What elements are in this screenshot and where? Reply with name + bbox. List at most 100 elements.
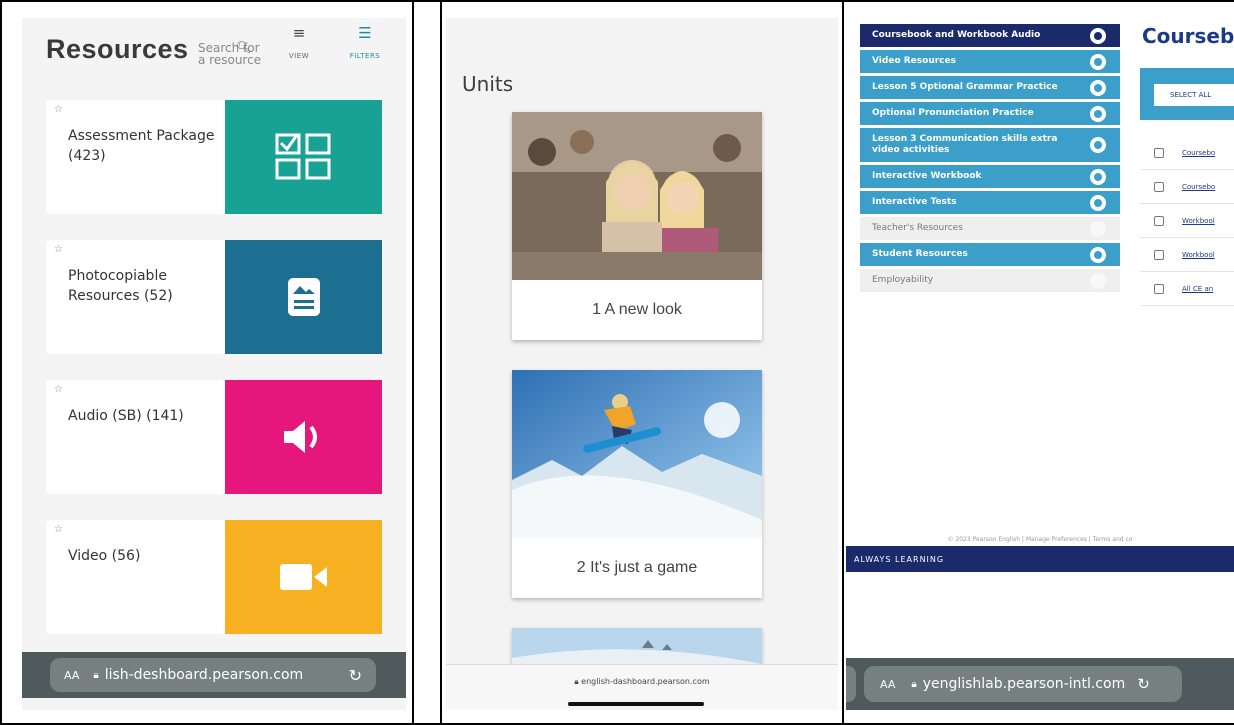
resource-list: Coursebo Coursebo Workbool Workbool All … [1140, 136, 1234, 306]
filters-icon: ☰ [358, 24, 372, 42]
item-checkbox[interactable] [1154, 249, 1164, 260]
left-border [0, 0, 2, 725]
star-icon[interactable]: ☆ [54, 244, 63, 255]
url-label: english-dashboard.pearson.com [581, 677, 710, 686]
list-view-icon: ≡ [292, 24, 306, 42]
item-checkbox[interactable] [1154, 283, 1164, 294]
reload-icon[interactable]: ↻ [1137, 675, 1150, 693]
browser-bottom-bar: 🔒︎ english-dashboard.pearson.com [446, 664, 838, 710]
tile-audio [225, 380, 382, 494]
unit-1-caption: 1 A new look [592, 301, 682, 318]
address-field[interactable]: AA 🔒︎ yenglishlab.pearson-intl.com ↻ [864, 666, 1182, 702]
tile-photocopiable [225, 240, 382, 354]
checklist-grid-icon [275, 133, 330, 180]
filters-label: FILTERS [349, 52, 381, 60]
nav-item-students[interactable]: Student Resources [860, 243, 1120, 269]
list-item: Coursebo [1140, 136, 1234, 170]
divider-2 [440, 0, 442, 725]
item-link[interactable]: Coursebo [1182, 183, 1215, 191]
item-checkbox[interactable] [1154, 215, 1164, 226]
divider-3 [842, 0, 844, 725]
card-label: Assessment Package (423) [68, 128, 215, 164]
card-label: Audio (SB) (141) [68, 408, 184, 424]
nav-item-grammar[interactable]: Lesson 5 Optional Grammar Practice [860, 76, 1120, 102]
unit-3-photo [512, 628, 762, 668]
nav-item-tests[interactable]: Interactive Tests [860, 191, 1120, 217]
nav-item-audio[interactable]: Coursebook and Workbook Audio [860, 24, 1120, 50]
nav-item-label: Student Resources [872, 249, 968, 259]
search-input[interactable]: Search for a resource [198, 42, 262, 66]
item-link[interactable]: Coursebo [1182, 149, 1215, 157]
tile-video [225, 520, 382, 634]
item-link[interactable]: All CE an [1182, 285, 1213, 293]
nav-item-label: Coursebook and Workbook Audio [872, 30, 1041, 40]
eye-icon[interactable] [1090, 105, 1106, 122]
nav-item-employability[interactable]: Employability [860, 269, 1120, 295]
text-size-button[interactable]: AA [880, 678, 895, 691]
item-checkbox[interactable] [1154, 147, 1164, 158]
eye-icon[interactable] [1090, 246, 1106, 263]
document-image-icon [287, 278, 320, 316]
view-label: VIEW [288, 52, 310, 60]
address-field[interactable]: AA 🔒︎ lish-deshboard.pearson.com ↻ [50, 658, 376, 692]
eye-icon[interactable] [1090, 53, 1106, 70]
speaker-icon [283, 421, 317, 453]
eye-icon[interactable] [1090, 137, 1106, 153]
eye-icon[interactable] [1090, 272, 1106, 289]
eye-icon[interactable] [1090, 168, 1106, 185]
resource-card-photocopiable[interactable]: ☆ Photocopiable Resources (52) [46, 240, 382, 354]
select-all-button[interactable]: SELECT ALL [1154, 84, 1234, 106]
units-heading: Units [462, 72, 514, 96]
nav-item-teachers[interactable]: Teacher's Resources [860, 217, 1120, 243]
unit-1-photo [512, 112, 762, 280]
nav-item-label: Interactive Tests [872, 197, 957, 207]
unit-2-photo [512, 370, 762, 538]
resource-card-video[interactable]: ☆ Video (56) [46, 520, 382, 634]
page-title: Resources [46, 34, 189, 64]
resource-card-assessment[interactable]: ☆ Assessment Package (423) [46, 100, 382, 214]
top-border [0, 0, 1234, 2]
resource-card-audio[interactable]: ☆ Audio (SB) (141) [46, 380, 382, 494]
list-item: All CE an [1140, 272, 1234, 306]
filters-toggle[interactable]: ☰ FILTERS [340, 24, 390, 61]
units-panel: Units 1 A new look 2 It's just a game 🔒︎… [446, 18, 838, 710]
unit-card-3[interactable] [512, 628, 762, 668]
resources-panel: Resources Search for a resource 🔍︎ ≡ VIE… [22, 18, 406, 710]
nav-item-communication[interactable]: Lesson 3 Communication skills extra vide… [860, 128, 1120, 165]
divider-1 [412, 0, 414, 725]
nav-item-label: Video Resources [872, 56, 956, 66]
home-indicator[interactable] [568, 702, 704, 706]
item-link[interactable]: Workbool [1182, 251, 1215, 259]
eye-icon[interactable] [1090, 194, 1106, 211]
nav-item-pronunciation[interactable]: Optional Pronunciation Practice [860, 102, 1120, 128]
item-checkbox[interactable] [1154, 181, 1164, 192]
footer-links: © 2023 Pearson English | Manage Preferen… [947, 536, 1133, 543]
nav-item-video[interactable]: Video Resources [860, 50, 1120, 76]
url-text[interactable]: 🔒︎ english-dashboard.pearson.com [446, 677, 838, 687]
star-icon[interactable]: ☆ [54, 524, 63, 535]
item-link[interactable]: Workbool [1182, 217, 1215, 225]
tab-stub [846, 666, 856, 702]
brand-band: ALWAYS LEARNING [846, 546, 1234, 572]
reload-icon[interactable]: ↻ [349, 666, 362, 685]
unit-card-1[interactable]: 1 A new look [512, 112, 762, 340]
star-icon[interactable]: ☆ [54, 384, 63, 395]
eye-icon[interactable] [1090, 27, 1106, 44]
view-toggle[interactable]: ≡ VIEW [284, 24, 314, 61]
nav-item-label: Lesson 3 Communication skills extra vide… [872, 134, 1058, 155]
nav-item-label: Lesson 5 Optional Grammar Practice [872, 82, 1058, 92]
url-text: yenglishlab.pearson-intl.com [922, 676, 1126, 692]
unit-2-caption: 2 It's just a game [576, 559, 698, 576]
star-icon[interactable]: ☆ [54, 104, 63, 115]
unit-card-2[interactable]: 2 It's just a game [512, 370, 762, 598]
list-item: Workbool [1140, 238, 1234, 272]
text-size-button[interactable]: AA [64, 669, 79, 682]
search-icon[interactable]: 🔍︎ [236, 40, 251, 54]
eye-icon[interactable] [1090, 220, 1106, 237]
nav-item-workbook[interactable]: Interactive Workbook [860, 165, 1120, 191]
nav-item-label: Teacher's Resources [872, 223, 963, 233]
nav-item-label: Interactive Workbook [872, 171, 982, 181]
eye-icon[interactable] [1090, 79, 1106, 96]
browser-url-bar: AA 🔒︎ lish-deshboard.pearson.com ↻ [22, 652, 406, 698]
list-item: Coursebo [1140, 170, 1234, 204]
